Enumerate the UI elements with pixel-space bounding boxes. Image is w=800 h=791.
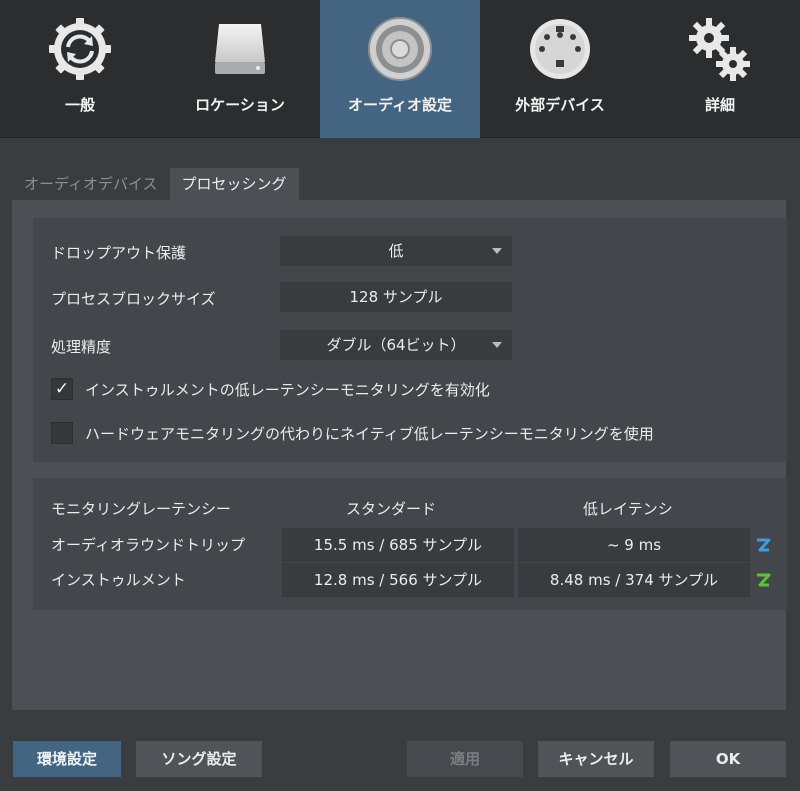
monitoring-latency-group: モニタリングレーテンシー スタンダード 低レイテンシ オーディオラウンドトリップ… — [33, 478, 787, 610]
midi-port-icon — [530, 19, 590, 79]
preferences-window: 一般 ロケーション オーディオ設定 外部デバイス 詳細 オーディオデバイス プロ… — [0, 0, 800, 791]
drive-icon — [215, 24, 265, 74]
processing-precision-select[interactable]: ダブル（64ビット） — [280, 330, 512, 360]
processing-options-group: ドロップアウト保護 低 プロセスブロックサイズ 128 サンプル 処理精度 ダブ… — [33, 218, 787, 462]
toolbar-item-advanced[interactable]: 詳細 — [640, 0, 800, 138]
low-latency-column-header: 低レイテンシ — [583, 500, 673, 518]
process-block-size-value: 128 サンプル — [349, 288, 443, 306]
toolbar-label-advanced: 詳細 — [704, 96, 735, 114]
toolbar-label-audio-settings: オーディオ設定 — [348, 96, 452, 114]
toolbar-item-audio-settings[interactable]: オーディオ設定 — [320, 0, 480, 138]
process-block-size-label: プロセスブロックサイズ — [51, 290, 216, 308]
tab-audio-device[interactable]: オーディオデバイス — [12, 168, 170, 200]
cancel-button[interactable]: キャンセル — [538, 741, 654, 777]
instrument-low-latency-checkbox[interactable]: ✓ — [51, 378, 73, 400]
check-mark-icon: ✓ — [54, 378, 70, 399]
process-block-size-field: 128 サンプル — [280, 282, 512, 312]
chevron-down-icon — [492, 248, 502, 254]
tab-processing[interactable]: プロセッシング — [169, 168, 299, 200]
toolbar-item-location[interactable]: ロケーション — [160, 0, 320, 138]
instrument-standard-value: 12.8 ms / 566 サンプル — [282, 563, 514, 597]
category-toolbar: 一般 ロケーション オーディオ設定 外部デバイス 詳細 — [0, 0, 800, 138]
instrument-low-value: 8.48 ms / 374 サンプル — [518, 563, 750, 597]
instrument-latency-label: インストゥルメント — [51, 571, 186, 589]
native-low-latency-option: ハードウェアモニタリングの代わりにネイティブ低レーテンシーモニタリングを使用 — [51, 421, 654, 445]
audio-roundtrip-standard-value: 15.5 ms / 685 サンプル — [282, 528, 514, 562]
toolbar-label-general: 一般 — [64, 96, 95, 114]
dropout-protection-select[interactable]: 低 — [280, 236, 512, 266]
instrument-low-latency-option: ✓ インストゥルメントの低レーテンシーモニタリングを有効化 — [51, 377, 490, 401]
settings-tabs: オーディオデバイス プロセッシング — [12, 168, 299, 200]
audio-roundtrip-label: オーディオラウンドトリップ — [51, 536, 245, 554]
audio-roundtrip-low-value: ~ 9 ms — [518, 528, 750, 562]
monitoring-latency-header: モニタリングレーテンシー — [51, 500, 232, 518]
ok-button[interactable]: OK — [670, 741, 786, 777]
processing-precision-label: 処理精度 — [51, 338, 112, 356]
native-low-latency-label: ハードウェアモニタリングの代わりにネイティブ低レーテンシーモニタリングを使用 — [85, 424, 654, 443]
standard-column-header: スタンダード — [346, 500, 437, 518]
toolbar-label-location: ロケーション — [195, 96, 285, 114]
chevron-down-icon — [492, 342, 502, 348]
toolbar-item-external-devices[interactable]: 外部デバイス — [480, 0, 640, 138]
speaker-icon — [368, 17, 432, 81]
toolbar-label-external-devices: 外部デバイス — [515, 96, 605, 114]
gears-icon — [689, 18, 750, 81]
latency-indicator-icon-blue — [757, 538, 771, 552]
processing-panel: ドロップアウト保護 低 プロセスブロックサイズ 128 サンプル 処理精度 ダブ… — [12, 200, 787, 710]
dropout-protection-value: 低 — [388, 242, 404, 260]
latency-indicator-icon-green — [757, 573, 771, 587]
processing-precision-value: ダブル（64ビット） — [326, 336, 466, 354]
preferences-button[interactable]: 環境設定 — [13, 741, 121, 777]
general-sync-gear-icon — [49, 18, 111, 80]
apply-button[interactable]: 適用 — [407, 741, 523, 777]
native-low-latency-checkbox[interactable] — [51, 422, 73, 444]
song-settings-button[interactable]: ソング設定 — [136, 741, 262, 777]
dropout-protection-label: ドロップアウト保護 — [51, 244, 187, 262]
instrument-low-latency-label: インストゥルメントの低レーテンシーモニタリングを有効化 — [85, 380, 490, 399]
toolbar-item-general[interactable]: 一般 — [0, 0, 160, 138]
